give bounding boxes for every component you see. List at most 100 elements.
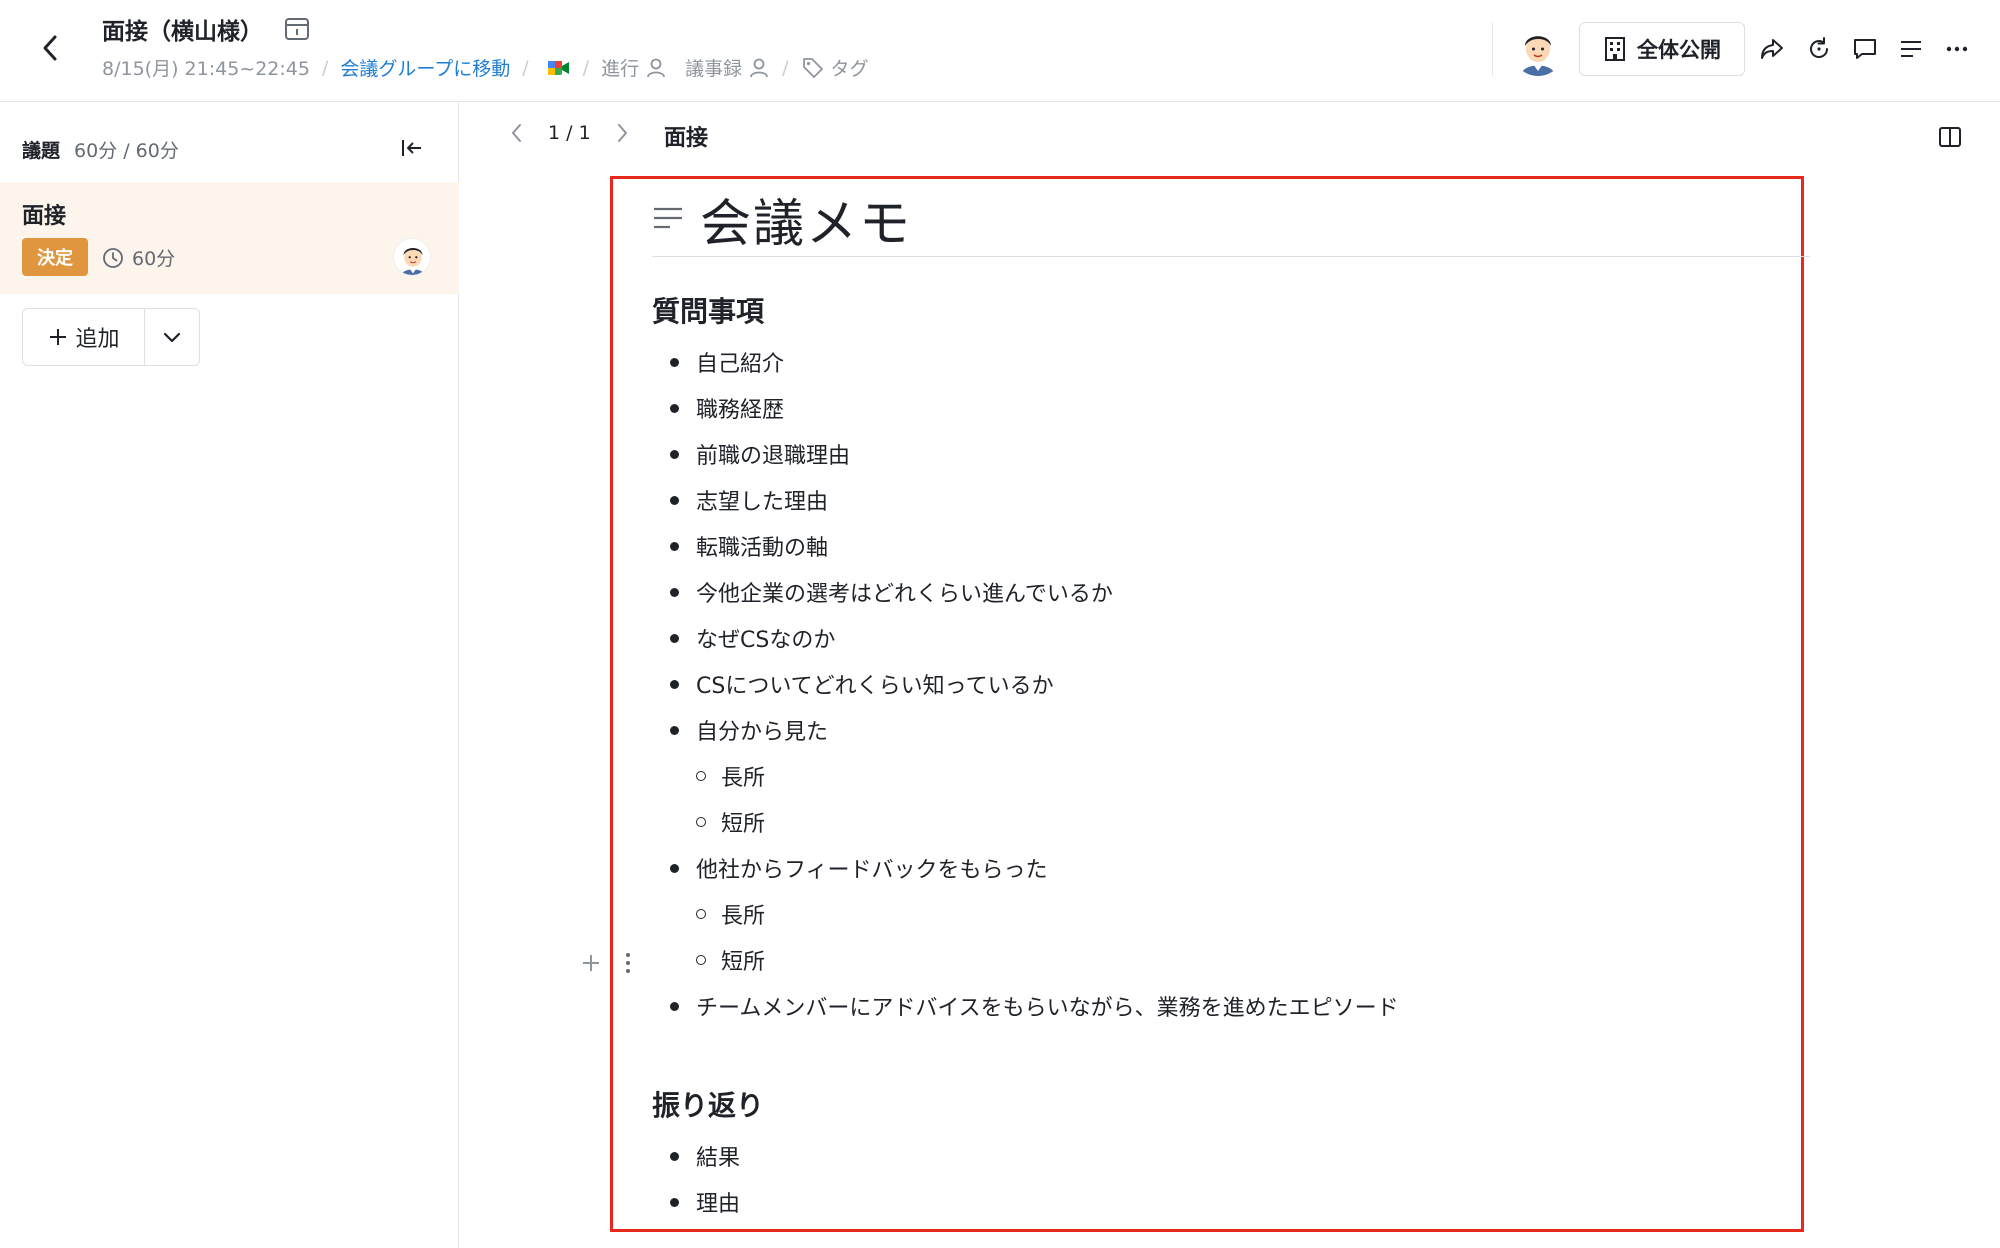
minutes-owner[interactable]: 議事録 [685,54,770,81]
agenda-sidebar: 議題 60分 / 60分 面接 決定 60分 追加 [0,102,459,1248]
list-item-text: 前職の退職理由 [696,444,851,469]
collapse-left-icon [402,140,421,156]
meeting-meta-bar: 8/15(月) 21:45~22:45 / 会議グループに移動 / / 進行 議… [102,54,869,81]
bullet-dot [670,633,679,643]
share-button[interactable] [1755,32,1789,66]
bullet-ring [696,817,706,827]
bullet-dot [670,1001,679,1011]
bullet-dot [670,863,679,873]
document-editor-frame [610,176,1804,1232]
meeting-group-link[interactable]: 会議グループに移動 [340,54,510,81]
list-item-text: 短所 [721,950,766,975]
meta-separator: / [321,56,329,79]
more-icon [1946,46,1968,52]
bullet-dot [670,1151,679,1161]
meeting-info-icon[interactable] [284,16,310,42]
agenda-item[interactable]: 面接 決定 60分 [0,182,459,294]
outline-button[interactable] [1894,32,1928,66]
list-item[interactable]: 自己紹介 [670,346,784,378]
refresh-button[interactable] [1802,32,1836,66]
bullet-dot [670,449,679,459]
list-item-text: 転職活動の軸 [696,536,829,561]
tag-selector[interactable]: タグ [801,54,869,81]
back-button[interactable] [32,30,68,66]
agenda-item-title: 面接 [22,204,67,229]
progress-owner[interactable]: 進行 [601,54,667,81]
chevron-down-icon [163,332,181,343]
list-item-text: CSについてどれくらい知っているか [696,674,1054,699]
add-options-dropdown[interactable] [145,309,199,365]
add-block-button[interactable] [578,950,604,976]
sub-list-item[interactable]: 長所 [696,898,765,930]
list-item-text: 自分から見た [696,720,829,745]
list-item[interactable]: チームメンバーにアドバイスをもらいながら、業務を進めたエピソード [670,990,1399,1022]
add-agenda-button[interactable]: 追加 [23,309,145,365]
public-button-label: 全体公開 [1637,38,1721,62]
list-item[interactable]: 前職の退職理由 [670,438,850,470]
page-indicator: 1 / 1 [548,122,591,144]
clock-icon [103,247,123,268]
more-button[interactable] [1940,32,1974,66]
person-icon [647,58,665,77]
section-heading[interactable]: 振り返り [652,1084,764,1124]
document-title[interactable]: 会議メモ [700,182,912,256]
bullet-dot [670,495,679,505]
list-item[interactable]: 志望した理由 [670,484,828,516]
top-header: 面接（横山様） 8/15(月) 21:45~22:45 / 会議グループに移動 … [0,0,2000,102]
sub-list-item[interactable]: 短所 [696,806,765,838]
bullet-dot [670,1197,679,1207]
list-item[interactable]: CSについてどれくらい知っているか [670,668,1054,700]
list-item[interactable]: 他社からフィードバックをもらった [670,852,1048,884]
comment-icon [1854,39,1876,59]
split-view-button[interactable] [1935,122,1965,152]
bullet-ring [696,955,706,965]
refresh-icon [1810,37,1829,58]
person-icon [750,58,768,77]
chevron-right-icon [617,124,627,142]
list-item-text: 今他企業の選考はどれくらい進んでいるか [696,582,1113,607]
meta-separator: / [782,56,789,79]
list-item-text: チームメンバーにアドバイスをもらいながら、業務を進めたエピソード [696,996,1399,1021]
agenda-time-count: 60分 / 60分 [74,140,179,162]
list-item[interactable]: 今他企業の選考はどれくらい進んでいるか [670,576,1113,608]
status-badge[interactable]: 決定 [22,238,88,276]
bullet-dot [670,357,679,367]
add-label: 追加 [75,327,120,352]
meta-separator: / [522,56,529,79]
avatar[interactable] [393,238,431,276]
list-item[interactable]: 結果 [670,1140,740,1172]
next-page-button[interactable] [609,120,635,146]
comment-button[interactable] [1848,32,1882,66]
block-drag-handle[interactable] [618,950,638,976]
list-item[interactable]: 転職活動の軸 [670,530,828,562]
progress-label: 進行 [601,58,640,80]
page-title: 面接 [664,126,709,151]
meeting-title: 面接（横山様） [102,19,263,45]
bullet-dot [670,403,679,413]
split-view-icon [1939,127,1961,147]
list-item[interactable]: 自分から見た [670,714,828,746]
bullet-dot [670,679,679,689]
section-heading[interactable]: 質問事項 [652,290,764,330]
list-item-text: 結果 [696,1146,741,1171]
list-item[interactable]: 理由 [670,1186,740,1218]
avatar[interactable] [1512,24,1564,76]
bullet-ring [696,909,706,919]
sub-list-item[interactable]: 長所 [696,760,765,792]
list-item[interactable]: 職務経歴 [670,392,784,424]
page-navigator: 1 / 1 [504,120,635,146]
collapse-sidebar-button[interactable] [396,132,428,164]
prev-page-button[interactable] [504,120,530,146]
list-icon [1901,41,1921,57]
public-visibility-button[interactable]: 全体公開 [1579,22,1745,76]
tag-label: タグ [830,58,869,80]
plus-icon [583,955,599,971]
drag-handle-icon [626,953,630,973]
tag-icon [802,57,823,78]
building-icon [1605,37,1625,61]
document-outline-icon[interactable] [652,204,684,234]
google-meet-icon[interactable] [547,58,571,78]
list-item[interactable]: なぜCSなのか [670,622,835,654]
sub-list-item[interactable]: 短所 [696,944,765,976]
list-item-text: 短所 [721,812,766,837]
